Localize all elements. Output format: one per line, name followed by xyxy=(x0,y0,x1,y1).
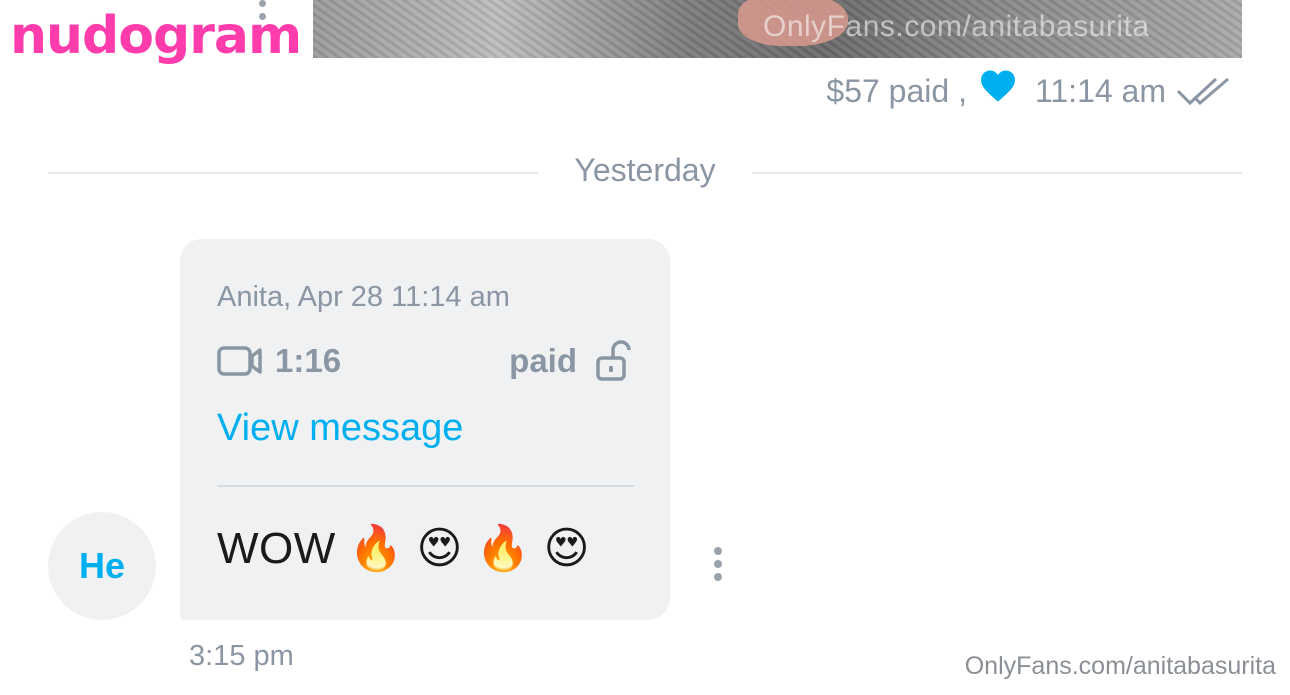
date-divider: Yesterday xyxy=(48,150,1242,194)
divider-line-right xyxy=(752,172,1242,174)
bubble-separator xyxy=(217,485,634,487)
message-sent-time: 3:15 pm xyxy=(189,640,294,672)
heart-icon[interactable] xyxy=(979,69,1017,103)
view-message-link[interactable]: View message xyxy=(217,407,463,450)
video-icon xyxy=(217,346,262,376)
unlocked-icon xyxy=(596,340,631,381)
paid-label: paid xyxy=(509,342,577,379)
date-divider-label: Yesterday xyxy=(574,152,716,188)
media-watermark: OnlyFans.com/anitabasurita xyxy=(763,10,1150,43)
message-bubble: Anita, Apr 28 11:14 am 1:16 paid View me… xyxy=(180,239,670,620)
message-time: 11:14 am xyxy=(1034,73,1166,109)
double-check-icon xyxy=(1176,77,1229,105)
message-header: Anita, Apr 28 11:14 am xyxy=(217,281,510,313)
message-text: WOW 🔥 😍 🔥 😍 xyxy=(217,524,590,573)
message-options-icon[interactable] xyxy=(711,547,725,587)
avatar[interactable]: He xyxy=(48,512,156,620)
paid-amount: $57 paid , xyxy=(826,73,967,109)
media-preview[interactable]: OnlyFans.com/anitabasurita xyxy=(313,0,1242,58)
message-meta-row: $57 paid , 11:14 am xyxy=(826,70,1232,110)
footer-watermark: OnlyFans.com/anitabasurita xyxy=(964,652,1276,680)
media-info-row: 1:16 paid xyxy=(217,339,633,383)
media-duration: 1:16 xyxy=(275,342,342,379)
site-logo: nudogram xyxy=(8,6,303,66)
